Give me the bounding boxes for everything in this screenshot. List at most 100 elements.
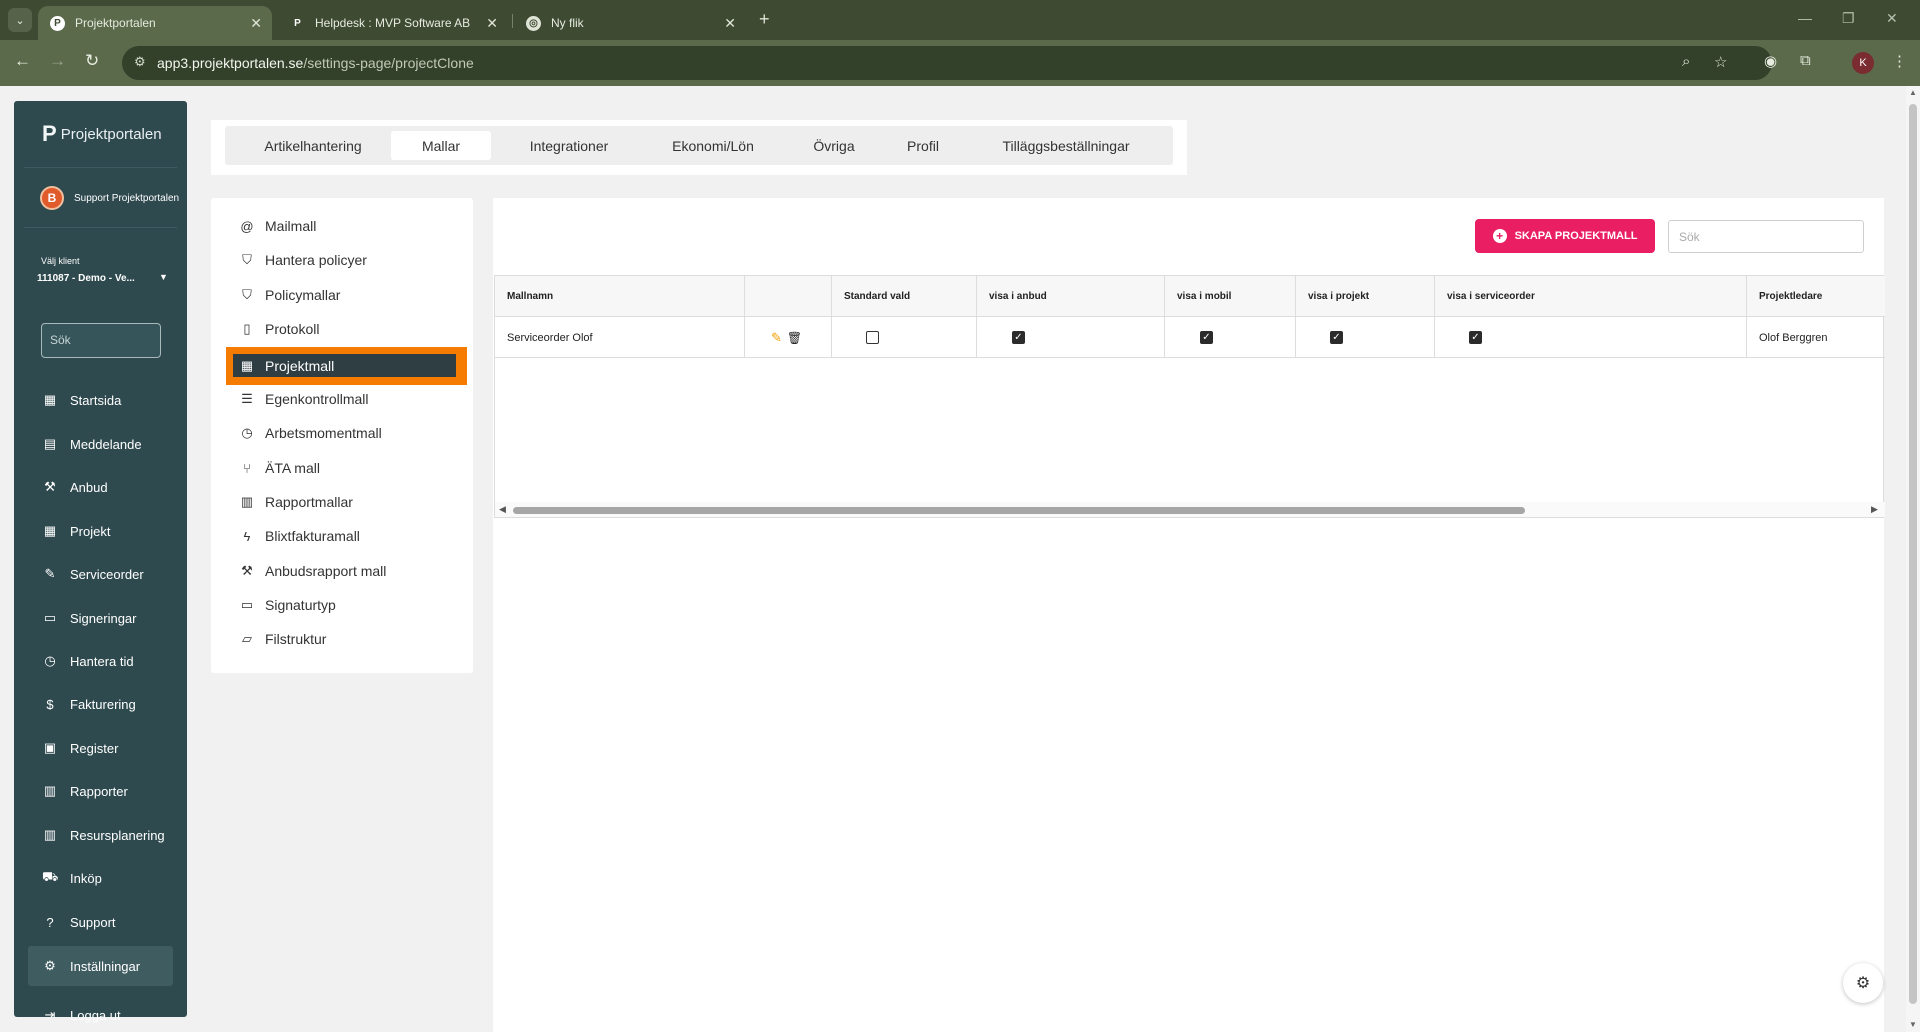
url-text: app3.projektportalen.se/settings-page/pr… bbox=[157, 55, 474, 71]
column-header-visa-i-projekt[interactable]: visa i projekt bbox=[1296, 276, 1435, 317]
trash-delete-icon[interactable]: 🗑 bbox=[787, 331, 802, 345]
sidebar-item-resursplanering[interactable]: ▥ Resursplanering bbox=[42, 815, 187, 855]
template-item-arbetsmomentmall[interactable]: ◷ Arbetsmomentmall bbox=[239, 421, 381, 445]
sidebar-item-installningar[interactable]: ⚙ Inställningar bbox=[28, 946, 173, 986]
sidebar-item-meddelande[interactable]: ▤ Meddelande bbox=[42, 424, 187, 464]
signature-icon: ▭ bbox=[240, 597, 254, 612]
visa-i-anbud-checkbox[interactable]: ✓ bbox=[1012, 331, 1025, 344]
scrollbar-thumb[interactable] bbox=[513, 507, 1525, 514]
tab-tillaggsbestallningar[interactable]: Tilläggsbeställningar bbox=[976, 131, 1156, 160]
page-vertical-scrollbar[interactable]: ▲ ▼ bbox=[1906, 86, 1920, 1032]
browser-tab-projektportalen[interactable]: P Projektportalen ✕ bbox=[38, 6, 272, 40]
sidebar-item-label: Support bbox=[70, 914, 116, 930]
table-horizontal-scrollbar[interactable]: ◀ ▶ bbox=[495, 502, 1885, 517]
minimize-icon[interactable]: — bbox=[1798, 10, 1812, 26]
column-header-standard-vald[interactable]: Standard vald bbox=[832, 276, 977, 317]
close-tab-icon[interactable]: ✕ bbox=[486, 15, 498, 32]
standard-vald-checkbox[interactable] bbox=[866, 331, 879, 344]
browser-tab-new[interactable]: ◎ Ny flik ✕ bbox=[514, 6, 746, 40]
scroll-left-arrow-icon[interactable]: ◀ bbox=[499, 504, 506, 515]
table-row[interactable]: Serviceorder Olof ✎ 🗑 ✓ ✓ ✓ ✓ Olof Bergg… bbox=[495, 317, 1885, 358]
template-item-blixtfakturamall[interactable]: ϟ Blixtfakturamall bbox=[239, 524, 360, 548]
tab-integrationer[interactable]: Integrationer bbox=[499, 131, 639, 160]
browser-tab-title: Projektportalen bbox=[75, 16, 156, 30]
tab-ekonomi-lon[interactable]: Ekonomi/Lön bbox=[645, 131, 781, 160]
create-project-template-button[interactable]: + SKAPA PROJEKTMALL bbox=[1475, 219, 1655, 253]
scrollbar-thumb[interactable] bbox=[1909, 104, 1917, 1004]
tab-ovriga[interactable]: Övriga bbox=[786, 131, 882, 160]
chrome-favicon-icon: ◎ bbox=[526, 15, 541, 31]
site-info-icon[interactable]: ⚙ bbox=[134, 54, 146, 70]
template-item-policymallar[interactable]: ⛉ Policymallar bbox=[239, 283, 340, 307]
sidebar-item-support[interactable]: ? Support bbox=[42, 902, 187, 942]
sidebar-item-projekt[interactable]: ▦ Projekt bbox=[42, 511, 187, 551]
browser-menu-icon[interactable]: ⋮ bbox=[1892, 52, 1907, 70]
bookmark-star-icon[interactable]: ☆ bbox=[1714, 53, 1727, 71]
column-header-mallnamn[interactable]: Mallnamn bbox=[495, 276, 745, 317]
template-item-projektmall[interactable]: ▦ Projektmall bbox=[239, 354, 334, 378]
sidebar-item-logga-ut[interactable]: ⇥ Logga ut bbox=[42, 995, 187, 1032]
pencil-edit-icon[interactable]: ✎ bbox=[771, 330, 782, 346]
sidebar-item-register[interactable]: ▣ Register bbox=[42, 728, 187, 768]
logout-icon: ⇥ bbox=[44, 1007, 56, 1022]
sidebar-item-startsida[interactable]: ▦ Startsida bbox=[42, 380, 187, 420]
template-item-ata-mall[interactable]: ⑂ ÄTA mall bbox=[239, 456, 320, 480]
user-profile[interactable]: B Support Projektportalen bbox=[40, 186, 179, 210]
sidebar-item-hantera-tid[interactable]: ◷ Hantera tid bbox=[42, 641, 187, 681]
visa-i-projekt-checkbox[interactable]: ✓ bbox=[1330, 331, 1343, 344]
client-selector[interactable]: 111087 - Demo - Ve... bbox=[37, 273, 135, 284]
address-bar[interactable]: ⚙ app3.projektportalen.se/settings-page/… bbox=[122, 46, 1772, 80]
sidebar-item-label: Meddelande bbox=[70, 436, 142, 452]
shield-icon: ⛉ bbox=[242, 252, 252, 267]
settings-fab-gear-icon[interactable]: ⚙ bbox=[1843, 963, 1883, 1003]
scroll-down-arrow-icon[interactable]: ▼ bbox=[1909, 1020, 1917, 1029]
profile-avatar[interactable]: K bbox=[1852, 52, 1874, 74]
sidebar-item-label: Anbud bbox=[70, 479, 108, 495]
reload-icon[interactable]: ↻ bbox=[85, 51, 99, 71]
restore-icon[interactable]: ❐ bbox=[1842, 10, 1855, 27]
template-item-egenkontrollmall[interactable]: ☰ Egenkontrollmall bbox=[239, 387, 368, 411]
forward-arrow-icon[interactable]: → bbox=[49, 51, 66, 71]
column-header-visa-i-mobil[interactable]: visa i mobil bbox=[1165, 276, 1296, 317]
close-tab-icon[interactable]: ✕ bbox=[724, 15, 736, 32]
sidebar-item-anbud[interactable]: ⚒ Anbud bbox=[42, 467, 187, 507]
sidebar-item-signeringar[interactable]: ▭ Signeringar bbox=[42, 598, 187, 638]
sidebar-item-fakturering[interactable]: $ Fakturering bbox=[42, 684, 187, 724]
column-header-actions bbox=[745, 276, 832, 317]
template-search-input[interactable]: Sök bbox=[1668, 220, 1864, 253]
scroll-right-arrow-icon[interactable]: ▶ bbox=[1871, 504, 1878, 515]
tab-search-chevron-icon[interactable]: ⌄ bbox=[8, 8, 32, 32]
visa-i-serviceorder-checkbox[interactable]: ✓ bbox=[1469, 331, 1482, 344]
window-close-icon[interactable]: ✕ bbox=[1886, 10, 1898, 27]
template-item-anbudsrapport-mall[interactable]: ⚒ Anbudsrapport mall bbox=[239, 559, 386, 583]
password-manager-icon[interactable]: ◉ bbox=[1764, 52, 1777, 70]
sidebar-search-input[interactable]: Sök bbox=[41, 323, 161, 358]
sidebar-item-serviceorder[interactable]: ✎ Serviceorder bbox=[42, 554, 187, 594]
caret-down-icon[interactable]: ▼ bbox=[159, 272, 168, 282]
column-header-projektledare[interactable]: Projektledare bbox=[1747, 276, 1885, 317]
template-item-hantera-policyer[interactable]: ⛉ Hantera policyer bbox=[239, 248, 367, 272]
sidebar-item-inkop[interactable]: ⛟ Inköp bbox=[42, 858, 187, 898]
template-item-filstruktur[interactable]: ▱ Filstruktur bbox=[239, 627, 326, 651]
template-item-protokoll[interactable]: ▯ Protokoll bbox=[239, 317, 319, 341]
back-arrow-icon[interactable]: ← bbox=[14, 51, 31, 71]
extensions-puzzle-icon[interactable]: ⧉ bbox=[1800, 52, 1811, 69]
template-item-signaturtyp[interactable]: ▭ Signaturtyp bbox=[239, 593, 336, 617]
tab-artikelhantering[interactable]: Artikelhantering bbox=[233, 131, 393, 160]
brand-logo[interactable]: P Projektportalen bbox=[42, 121, 162, 147]
cell-mallnamn: Serviceorder Olof bbox=[495, 317, 745, 358]
tab-mallar[interactable]: Mallar bbox=[391, 131, 491, 160]
new-tab-plus-icon[interactable]: + bbox=[759, 9, 770, 30]
client-label: Välj klient bbox=[41, 256, 80, 266]
zoom-icon[interactable]: ⌕ bbox=[1682, 53, 1690, 70]
column-header-visa-i-anbud[interactable]: visa i anbud bbox=[977, 276, 1165, 317]
close-tab-icon[interactable]: ✕ bbox=[250, 15, 262, 32]
template-item-rapportmallar[interactable]: ▥ Rapportmallar bbox=[239, 490, 353, 514]
browser-tab-helpdesk[interactable]: P Helpdesk : MVP Software AB ✕ bbox=[278, 6, 508, 40]
scroll-up-arrow-icon[interactable]: ▲ bbox=[1909, 88, 1917, 97]
sidebar-item-rapporter[interactable]: ▥ Rapporter bbox=[42, 771, 187, 811]
visa-i-mobil-checkbox[interactable]: ✓ bbox=[1200, 331, 1213, 344]
column-header-visa-i-serviceorder[interactable]: visa i serviceorder bbox=[1435, 276, 1747, 317]
tab-profil[interactable]: Profil bbox=[885, 131, 961, 160]
template-item-mailmall[interactable]: @ Mailmall bbox=[239, 214, 316, 238]
